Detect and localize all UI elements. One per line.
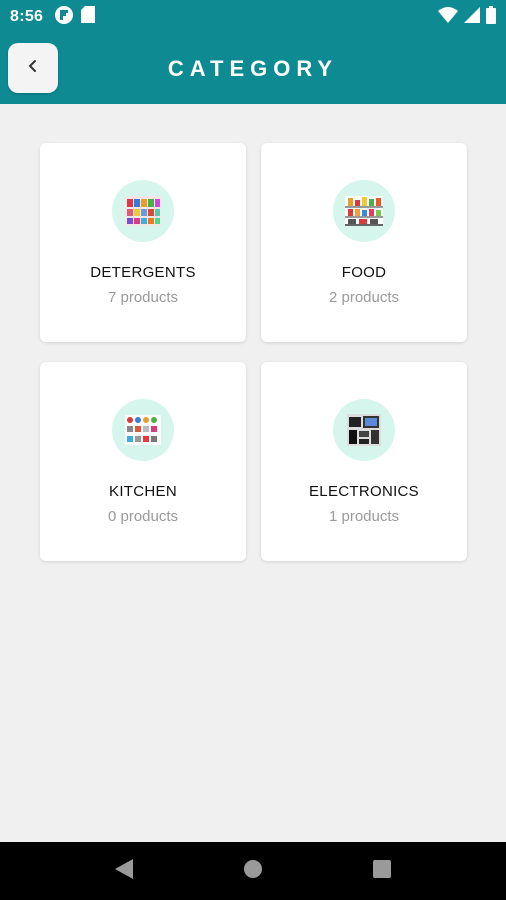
cellular-signal-icon (464, 6, 480, 28)
category-count: 0 products (107, 508, 179, 525)
category-grid: DETERGENTS 7 products FOOD 2 products KI… (40, 143, 468, 561)
category-count: 1 products (328, 508, 400, 525)
wifi-icon (438, 6, 458, 28)
flipboard-icon (55, 5, 74, 29)
status-left-icons (55, 5, 96, 29)
home-circle-icon (243, 859, 263, 884)
electronics-thumbnail (333, 399, 395, 461)
status-right-icons (438, 5, 496, 29)
category-card-food[interactable]: FOOD 2 products (261, 143, 467, 342)
nav-home-button[interactable] (233, 851, 273, 891)
category-name: FOOD (341, 264, 387, 281)
food-thumbnail (333, 180, 395, 242)
chevron-left-icon (27, 59, 39, 78)
detergents-thumbnail (112, 180, 174, 242)
kitchen-thumbnail (112, 399, 174, 461)
nav-back-button[interactable] (104, 851, 144, 891)
status-time: 8:56 (10, 8, 44, 25)
system-nav-bar (0, 842, 506, 900)
page-title: CATEGORY (167, 56, 339, 81)
category-name: DETERGENTS (90, 264, 196, 281)
recents-square-icon (372, 859, 391, 883)
category-card-electronics[interactable]: ELECTRONICS 1 products (261, 362, 467, 561)
back-triangle-icon (115, 858, 134, 884)
category-list: DETERGENTS 7 products FOOD 2 products KI… (0, 104, 506, 842)
category-card-detergents[interactable]: DETERGENTS 7 products (40, 143, 246, 342)
sd-card-icon (81, 6, 96, 28)
nav-recents-button[interactable] (362, 851, 402, 891)
category-name: ELECTRONICS (309, 483, 419, 500)
category-card-kitchen[interactable]: KITCHEN 0 products (40, 362, 246, 561)
category-count: 7 products (107, 289, 179, 306)
battery-icon (486, 5, 496, 29)
category-count: 2 products (328, 289, 400, 306)
app-bar: CATEGORY (0, 34, 506, 104)
status-bar: 8:56 (0, 0, 506, 34)
back-button[interactable] (8, 43, 58, 93)
category-name: KITCHEN (109, 483, 177, 500)
